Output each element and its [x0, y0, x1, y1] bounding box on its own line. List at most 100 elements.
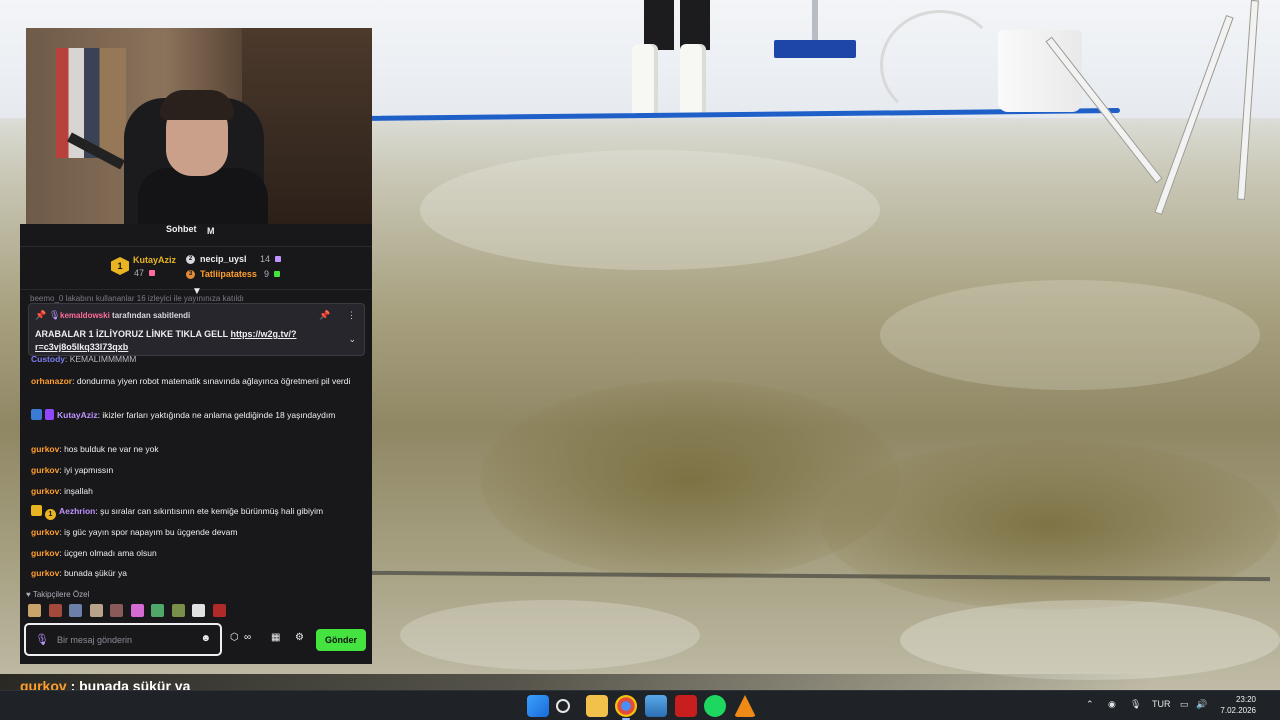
crown-badge-icon [31, 505, 42, 516]
rank-badge: 1 [45, 509, 56, 520]
leaderboard-third-count: 9 [264, 269, 270, 279]
chrome-icon[interactable] [615, 695, 637, 717]
chat-username[interactable]: gurkov [31, 444, 59, 454]
store-icon[interactable]: ▦ [271, 632, 280, 643]
chat-message: Custody: KEMALIMMMMM [31, 352, 365, 366]
chat-username[interactable]: gurkov [31, 486, 59, 496]
keyboard-language[interactable]: TUR [1152, 699, 1171, 709]
chat-message-text: : ikizler farları yaktığında ne anlama g… [97, 410, 336, 420]
streamer-body [138, 168, 268, 224]
pinned-message[interactable]: 📌 🎙 kemaldowski tarafından sabitlendi 📌 … [28, 303, 365, 356]
foam [900, 600, 1280, 680]
emoji-icon[interactable]: ☻ [200, 633, 211, 644]
rank-1-badge: 1 [111, 257, 129, 275]
leaderboard-first-name[interactable]: KutayAziz [133, 255, 176, 265]
mic-badge-icon: 🎙 [49, 310, 61, 320]
photos-icon[interactable] [645, 695, 667, 717]
emote-icon[interactable] [28, 604, 41, 617]
emote-icon[interactable] [69, 604, 83, 617]
spotify-icon[interactable] [704, 695, 726, 717]
white-boot [680, 44, 706, 114]
more-options-icon[interactable]: ⋮ [347, 310, 356, 321]
emote-icon[interactable] [151, 604, 165, 617]
chat-system-message: beemo_0 lakabını kullananlar 16 izleyici… [30, 294, 244, 303]
chat-title: Sohbet [166, 224, 197, 234]
chat-username[interactable]: gurkov [31, 527, 59, 537]
emote-icon[interactable] [192, 604, 206, 617]
chat-username[interactable]: orhanazor [31, 376, 72, 386]
chat-message-text: : dondurma yiyen robot matematik sınavın… [72, 376, 351, 386]
prime-badge-icon [31, 409, 42, 420]
clock-date: 7.02.2026 [1220, 706, 1256, 715]
chat-username[interactable]: gurkov [31, 548, 59, 558]
chat-username[interactable]: gurkov [31, 465, 59, 475]
chat-message-text: : iş güc yayın spor napayım bu üçgende d… [59, 527, 238, 537]
pin-icon: 📌 [35, 310, 47, 320]
followers-only-label: ♥ Takipçilere Özel [26, 590, 90, 599]
points-icon[interactable]: ∞ [244, 632, 251, 643]
send-button[interactable]: Gönder [316, 629, 366, 651]
gem-icon [274, 271, 280, 277]
sub-badge-icon [45, 409, 54, 420]
foam [880, 280, 1260, 390]
chat-message: gurkov: üçgen olmadı ama olsun [31, 546, 365, 560]
chat-message-text: : bunada şükür ya [59, 568, 127, 578]
bits-icon[interactable]: ⬡ [230, 632, 239, 643]
pressure-hose [880, 10, 1000, 120]
chat-message: gurkov: bunada şükür ya [31, 566, 365, 580]
vlc-icon[interactable] [734, 695, 756, 717]
chat-message: gurkov: inşallah [31, 484, 365, 498]
emote-icon[interactable] [130, 604, 144, 617]
chat-header: Sohbet M [20, 224, 372, 244]
emote-icon[interactable] [212, 604, 226, 617]
pinned-by-user[interactable]: kemaldowski [60, 311, 110, 320]
chat-message-text: : iyi yapmıssın [59, 465, 114, 475]
leaderboard-first-count: 47 [134, 268, 145, 278]
emote-icon[interactable] [171, 604, 185, 617]
chat-message: orhanazor: dondurma yiyen robot matemati… [31, 374, 365, 388]
leaderboard-second-name[interactable]: necip_uysl [200, 254, 247, 264]
settings-gear-icon[interactable]: ⚙ [295, 632, 304, 643]
mic-icon[interactable]: 🎙 [35, 633, 49, 646]
chat-composer: 🎙 ☻ [24, 623, 222, 656]
chat-input[interactable] [57, 632, 189, 648]
chevron-down-icon[interactable]: ⌄ [348, 334, 356, 345]
chat-message: gurkov: iyi yapmıssın [31, 463, 365, 477]
chat-username[interactable]: gurkov [31, 568, 59, 578]
volume-icon[interactable]: 🔊 [1196, 699, 1207, 710]
chat-message-text: : inşallah [59, 486, 93, 496]
obs-app-icon[interactable] [675, 695, 697, 717]
chat-message-text: : hos bulduk ne var ne yok [59, 444, 159, 454]
emote-icon[interactable] [110, 604, 124, 617]
discord-tray-icon[interactable]: ◉ [1108, 699, 1116, 710]
chat-username[interactable]: Aezhrion [59, 506, 95, 516]
chat-message: gurkov: hos bulduk ne var ne yok [31, 442, 365, 456]
tray-overflow-icon[interactable]: ⌃ [1086, 699, 1094, 710]
pinned-message-text: ARABALAR 1 İZLİYORUZ LİNKE TIKLA GELL ht… [35, 328, 325, 354]
foam [420, 150, 880, 270]
unpin-icon[interactable]: 📌 [319, 310, 330, 321]
rank-3-icon: 3 [186, 270, 195, 279]
emote-icon[interactable] [48, 604, 62, 617]
chat-username[interactable]: Custody [31, 354, 65, 364]
microphone-tray-icon[interactable]: 🎙 [1130, 699, 1141, 710]
gem-icon [149, 270, 155, 276]
leaderboard-third-name[interactable]: Tatliipatatess [200, 269, 257, 279]
search-icon[interactable] [556, 699, 570, 713]
network-icon[interactable]: ▭ [1180, 699, 1189, 710]
windows-taskbar: ⌃ ◉ 🎙 TUR ▭ 🔊 23:20 7.02.2026 [0, 690, 1280, 720]
emote-icon[interactable] [89, 604, 103, 617]
chat-message-text: : şu sıralar can sıkıntısının ete kemiğe… [95, 506, 324, 516]
chat-message-text: : KEMALIMMMMM [65, 354, 137, 364]
chat-title-suffix: M [207, 226, 215, 236]
file-explorer-icon[interactable] [586, 695, 608, 717]
chat-message: KutayAziz: ikizler farları yaktığında ne… [31, 408, 365, 422]
start-menu-icon[interactable] [527, 695, 549, 717]
pinned-by: kemaldowski tarafından sabitlendi [60, 311, 190, 320]
squeegee-pole [812, 0, 818, 44]
chat-username[interactable]: KutayAziz [57, 410, 98, 420]
chat-leaderboard[interactable]: 1 KutayAziz 47 2 necip_uysl 14 3 Tatliip… [20, 246, 372, 290]
clock-time: 23:20 [1235, 695, 1256, 704]
system-clock[interactable]: 23:20 7.02.2026 [1220, 694, 1256, 716]
chat-message: 1 Aezhrion: şu sıralar can sıkıntısının e… [31, 504, 365, 520]
